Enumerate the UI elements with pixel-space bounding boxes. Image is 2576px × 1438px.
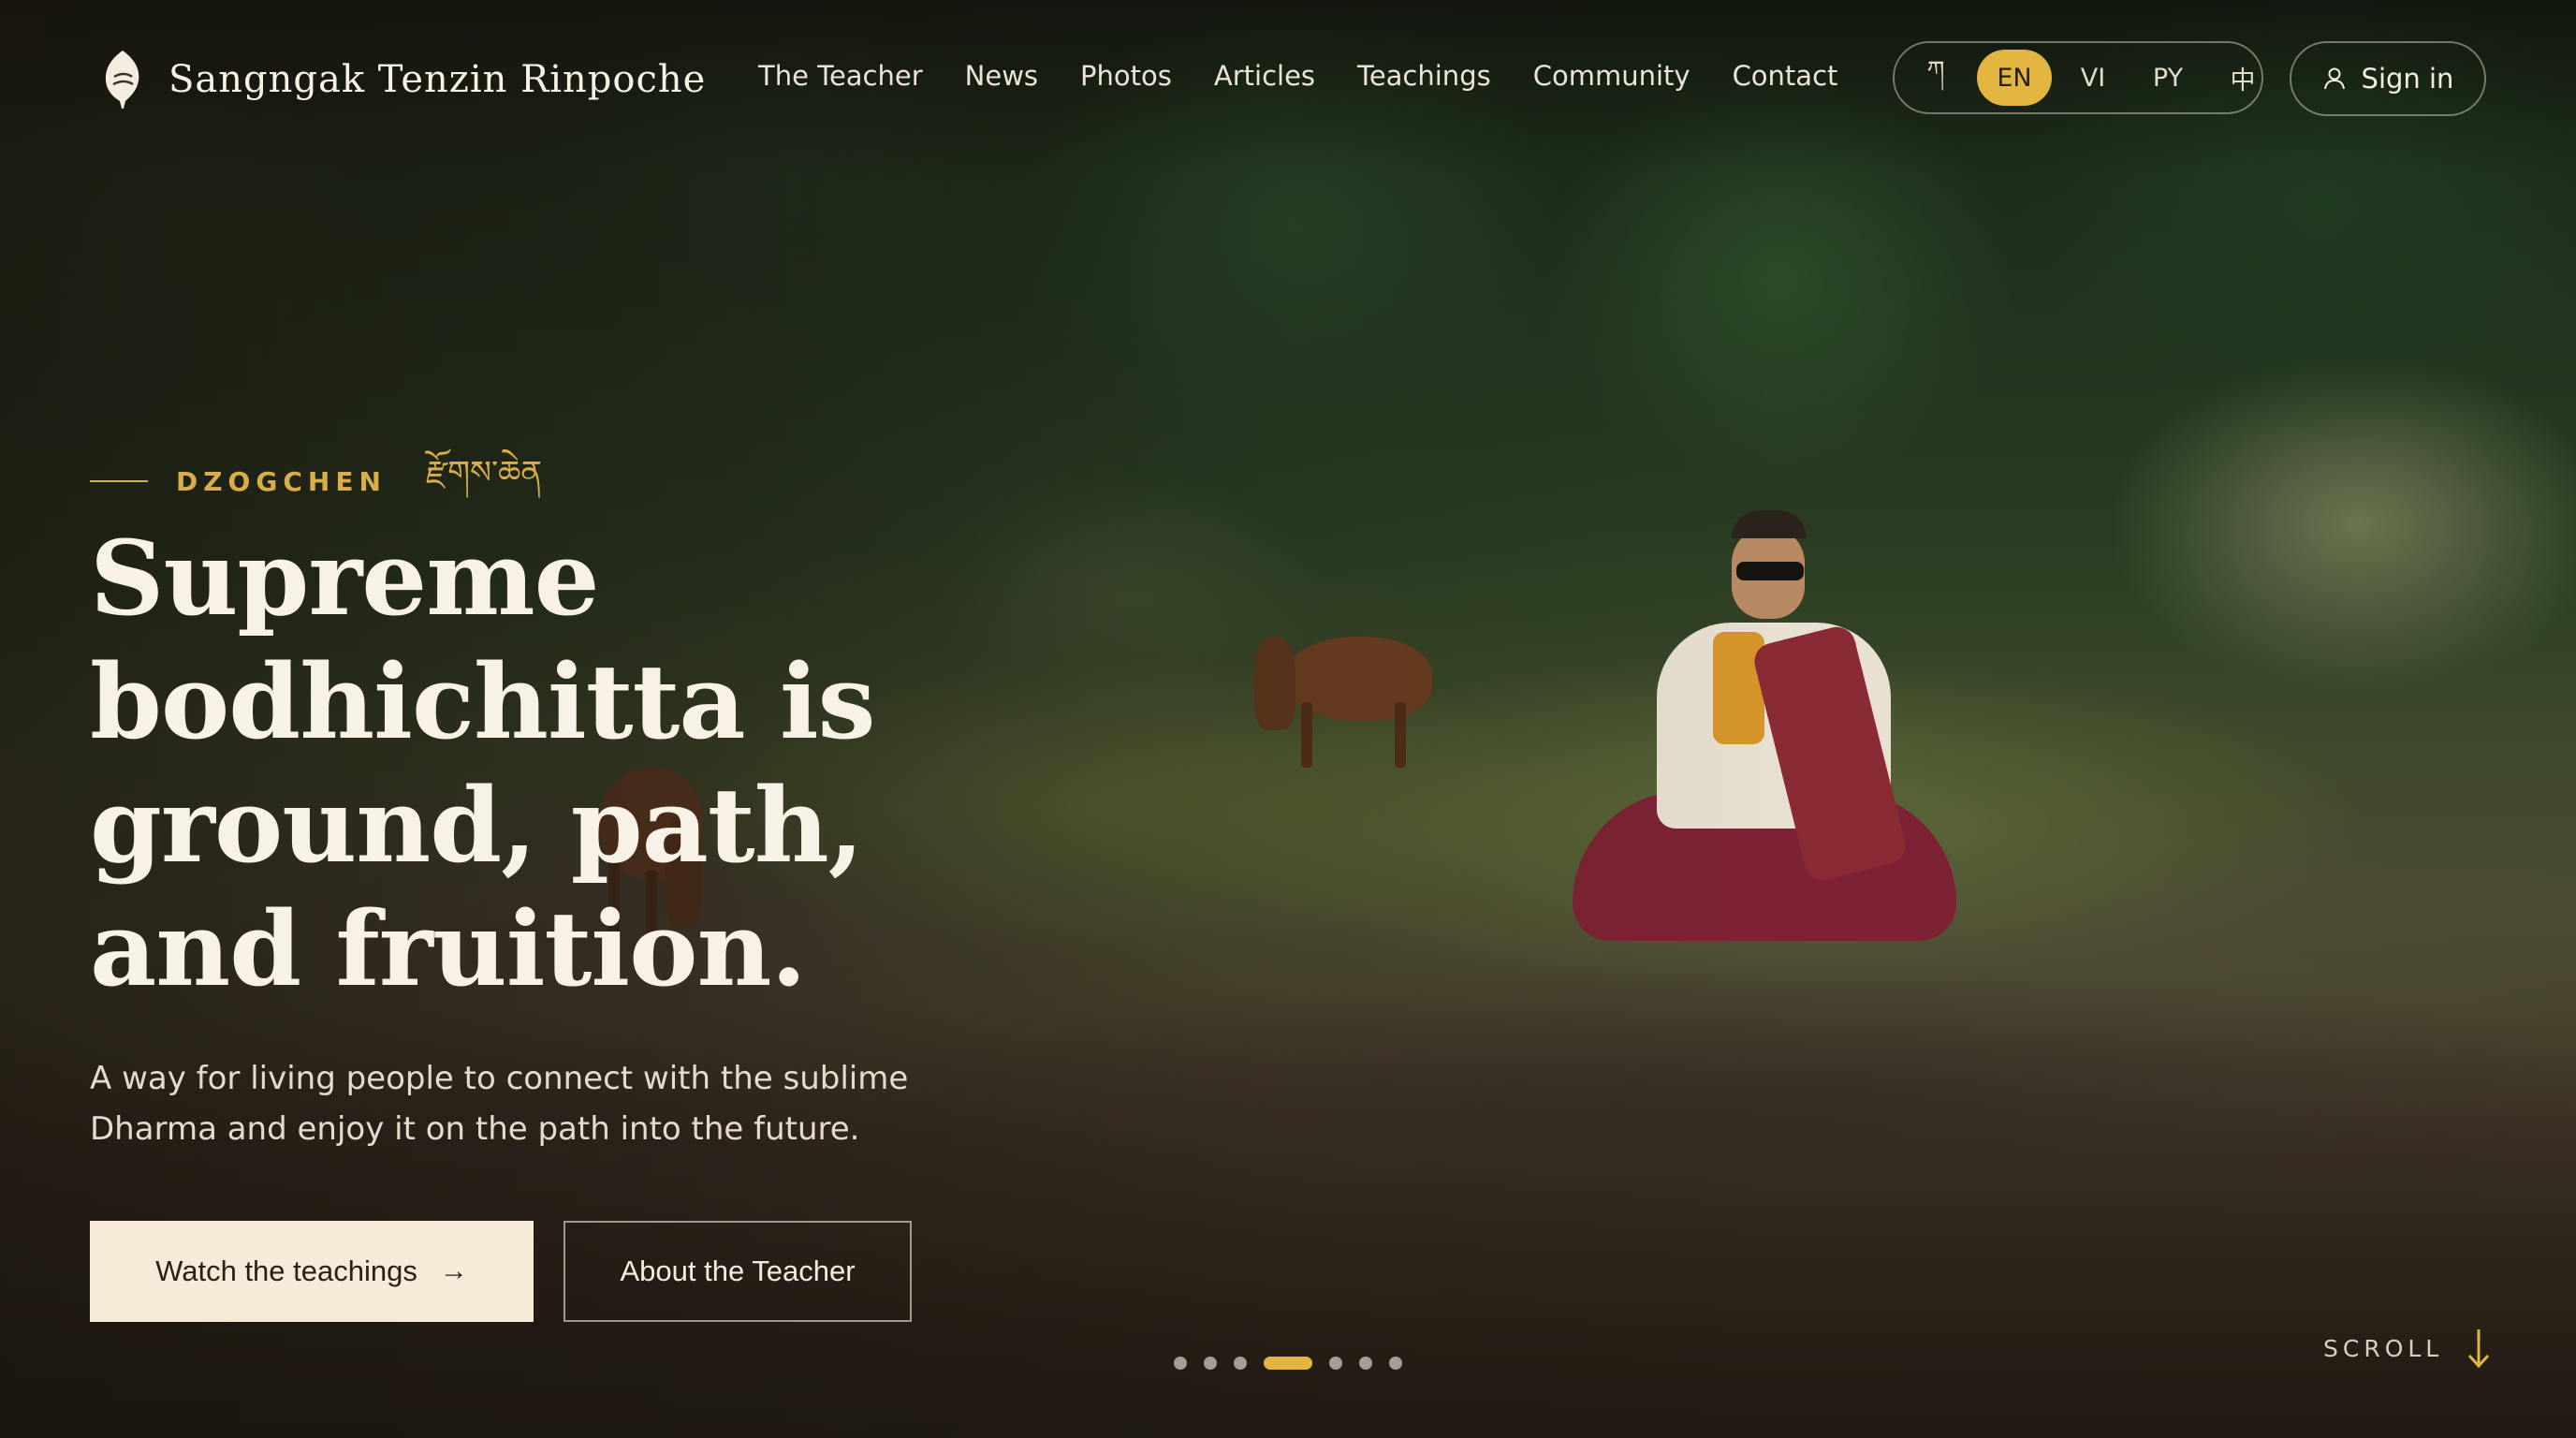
headline-line: ground, path, bbox=[90, 765, 864, 886]
user-icon bbox=[2323, 67, 2345, 90]
eyebrow-label: DZOGCHEN bbox=[176, 465, 387, 497]
carousel-dot[interactable] bbox=[1389, 1357, 1402, 1370]
carousel-dot[interactable] bbox=[1174, 1357, 1187, 1370]
arrow-right-icon: → bbox=[439, 1255, 468, 1286]
main-navigation: The Teacher News Photos Articles Teachin… bbox=[758, 60, 1837, 92]
nav-item-contact[interactable]: Contact bbox=[1733, 60, 1838, 92]
hero-subtitle: A way for living people to connect with … bbox=[90, 1060, 909, 1148]
hero-eyebrow: DZOGCHEN རྫོགས་ཆེན bbox=[90, 436, 542, 526]
carousel-dot[interactable] bbox=[1359, 1357, 1372, 1370]
sign-in-label: Sign in bbox=[2361, 63, 2454, 95]
site-header: Sangngak Tenzin Rinpoche The Teacher New… bbox=[0, 0, 2576, 159]
hero-section: Sangngak Tenzin Rinpoche The Teacher New… bbox=[0, 0, 2576, 1438]
eyebrow-rule bbox=[90, 480, 148, 482]
language-switcher: ཀ EN VI PY 中 bbox=[1893, 41, 2263, 114]
nav-item-articles[interactable]: Articles bbox=[1214, 60, 1315, 92]
watch-teachings-button[interactable]: Watch the teachings → bbox=[90, 1221, 534, 1322]
carousel-dot-active[interactable] bbox=[1264, 1357, 1312, 1370]
carousel-dot[interactable] bbox=[1329, 1357, 1342, 1370]
nav-item-teachings[interactable]: Teachings bbox=[1357, 60, 1491, 92]
scroll-indicator[interactable]: SCROLL bbox=[2323, 1328, 2492, 1369]
about-teacher-button[interactable]: About the Teacher bbox=[564, 1221, 912, 1322]
eyebrow-tibetan: རྫོགས་ཆེན bbox=[425, 454, 542, 492]
lang-option-tibetan[interactable]: ཀ bbox=[1902, 50, 1969, 106]
nav-item-community[interactable]: Community bbox=[1533, 60, 1690, 92]
headline-line: and fruition. bbox=[90, 888, 807, 1009]
arrow-down-icon bbox=[2468, 1329, 2490, 1369]
carousel-dot[interactable] bbox=[1204, 1357, 1217, 1370]
carousel-dot[interactable] bbox=[1234, 1357, 1247, 1370]
lang-option-chinese[interactable]: 中 bbox=[2209, 50, 2276, 106]
lang-option-en[interactable]: EN bbox=[1977, 50, 2052, 106]
nav-item-photos[interactable]: Photos bbox=[1080, 60, 1172, 92]
lang-option-py[interactable]: PY bbox=[2134, 50, 2202, 106]
hero-headline: Supreme bodhichitta is ground, path, and… bbox=[90, 517, 932, 1011]
headline-line: Supreme bbox=[90, 518, 600, 638]
nav-item-news[interactable]: News bbox=[965, 60, 1038, 92]
sign-in-button[interactable]: Sign in bbox=[2290, 41, 2486, 116]
watch-teachings-label: Watch the teachings bbox=[155, 1255, 417, 1287]
headline-line: bodhichitta is bbox=[90, 641, 876, 762]
conch-shell-icon bbox=[105, 51, 139, 109]
brand-name: Sangngak Tenzin Rinpoche bbox=[168, 58, 707, 101]
brand-link[interactable]: Sangngak Tenzin Rinpoche bbox=[101, 49, 706, 110]
about-teacher-label: About the Teacher bbox=[620, 1255, 856, 1287]
scroll-label: SCROLL bbox=[2323, 1334, 2444, 1362]
nav-item-the-teacher[interactable]: The Teacher bbox=[758, 60, 923, 92]
lang-option-vi[interactable]: VI bbox=[2059, 50, 2127, 106]
carousel-dots bbox=[1174, 1357, 1402, 1370]
